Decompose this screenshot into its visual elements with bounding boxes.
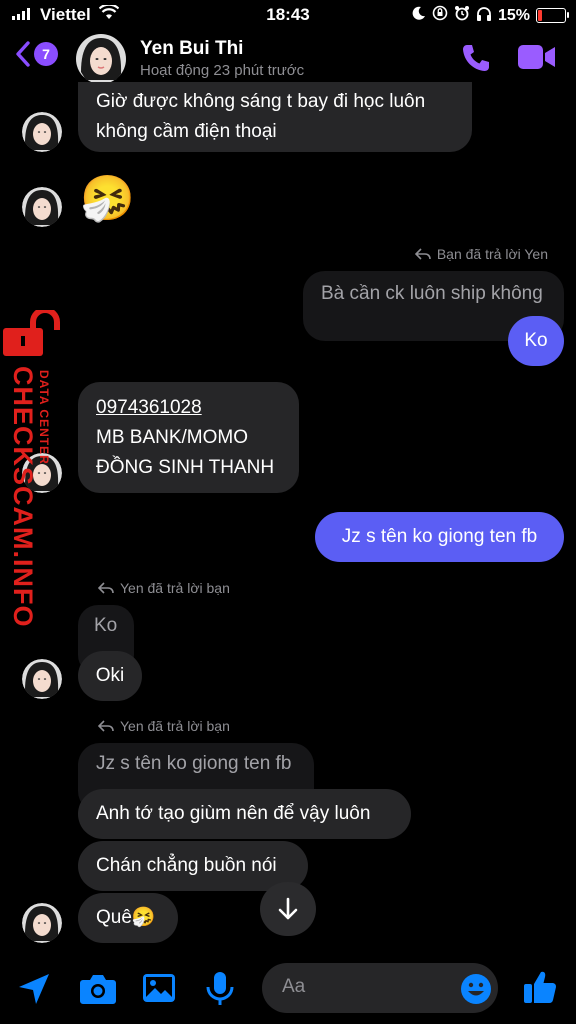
message-input[interactable]: Aa: [262, 963, 498, 1013]
reply-indicator: Yen đã trả lời bạn: [98, 580, 230, 596]
thumbs-up-icon: [524, 971, 557, 1004]
quoted-text: Jz s tên ko giong ten fb: [96, 753, 292, 774]
location-arrow-icon: [19, 974, 49, 1004]
reply-note-text: Yen đã trả lời bạn: [120, 580, 230, 596]
message-text: Oki: [95, 665, 125, 686]
battery-icon: [536, 8, 569, 23]
voice-button[interactable]: [205, 971, 235, 1012]
message-text: ĐỒNG SINH THANH: [96, 456, 275, 478]
headphones-icon: [476, 6, 492, 26]
quoted-text: Bà cần ck luôn ship không: [321, 283, 543, 304]
outgoing-message[interactable]: Jz s tên ko giong ten fb: [315, 512, 564, 562]
emoji-message[interactable]: 🤧: [80, 170, 135, 228]
arrow-down-icon: [278, 897, 298, 920]
padlock-icon: [3, 310, 60, 356]
like-button[interactable]: [522, 969, 558, 1010]
video-call-button[interactable]: [518, 44, 556, 75]
message-text: Ko: [524, 330, 548, 351]
message-text: Anh tớ tạo giùm nên để vậy luôn: [96, 803, 371, 824]
rotation-lock-icon: [432, 5, 448, 26]
input-placeholder: Aa: [282, 976, 306, 997]
active-status: Hoạt động 23 phút trước: [140, 62, 305, 79]
moon-icon: [411, 6, 426, 26]
camera-icon: [80, 975, 116, 1004]
watermark-subtitle: DATA CENTER: [37, 370, 51, 465]
alarm-icon: [454, 5, 470, 26]
contact-avatar-small[interactable]: [22, 112, 62, 152]
reply-indicator: Yen đã trả lời bạn: [98, 718, 230, 734]
location-button[interactable]: [16, 971, 52, 1012]
microphone-icon: [206, 972, 234, 1005]
incoming-message[interactable]: Oki: [78, 651, 142, 701]
status-bar: Viettel 18:43 15%: [0, 0, 576, 30]
smiley-icon: [461, 974, 491, 1004]
composer-bar: Aa: [0, 955, 576, 1024]
message-text: Chán chẳng buồn nói: [96, 855, 277, 876]
incoming-message[interactable]: Quê🤧: [78, 893, 178, 943]
watermark-brand: CHECKSCAM.INFO: [8, 366, 38, 628]
audio-call-button[interactable]: [460, 42, 492, 79]
contact-avatar-small[interactable]: [22, 903, 62, 943]
contact-avatar-small[interactable]: [22, 187, 62, 227]
reply-arrow-icon: [98, 720, 114, 732]
watermark: CHECKSCAM.INFO DATA CENTER: [3, 310, 63, 628]
emoji-button[interactable]: [460, 973, 492, 1010]
incoming-message[interactable]: 0974361028 MB BANK/MOMO ĐỒNG SINH THANH: [78, 382, 299, 493]
battery-level: [538, 10, 542, 21]
outgoing-message[interactable]: Ko: [508, 316, 564, 366]
phone-number-link[interactable]: 0974361028: [96, 393, 202, 423]
video-camera-icon: [518, 45, 555, 69]
incoming-message[interactable]: Giờ được không sáng t bay đi học luôn kh…: [78, 82, 472, 152]
reply-note-text: Bạn đã trả lời Yen: [436, 246, 548, 262]
reply-arrow-icon: [98, 582, 114, 594]
quoted-text: Ko: [94, 615, 118, 636]
gallery-button[interactable]: [142, 973, 176, 1008]
message-text: Giờ được không sáng t bay đi học luôn: [96, 91, 426, 112]
back-button[interactable]: 7: [14, 40, 58, 68]
contact-avatar-small[interactable]: [22, 659, 62, 699]
scroll-to-bottom-button[interactable]: [260, 882, 316, 936]
incoming-message[interactable]: Anh tớ tạo giùm nên để vậy luôn: [78, 789, 411, 839]
incoming-message[interactable]: Chán chẳng buồn nói: [78, 841, 308, 891]
message-text: Jz s tên ko giong ten fb: [341, 526, 538, 547]
contact-avatar[interactable]: [76, 34, 126, 84]
reply-note-text: Yen đã trả lời bạn: [120, 718, 230, 734]
contact-name[interactable]: Yen Bui Thi: [140, 38, 243, 60]
chevron-left-icon: [16, 41, 30, 67]
battery-percent: 15%: [497, 6, 530, 24]
conversation-header: 7 Yen Bui Thi Hoạt động 23 phút trước: [0, 30, 576, 88]
message-text: không cầm điện thoại: [96, 121, 277, 142]
message-text: MB BANK/MOMO: [96, 426, 249, 448]
image-icon: [143, 974, 175, 1002]
camera-button[interactable]: [79, 973, 117, 1010]
unread-badge: 7: [34, 42, 58, 66]
reply-indicator: Bạn đã trả lời Yen: [414, 246, 548, 262]
phone-icon: [463, 45, 489, 71]
message-text: Quê🤧: [96, 907, 156, 928]
reply-arrow-icon: [414, 248, 431, 260]
